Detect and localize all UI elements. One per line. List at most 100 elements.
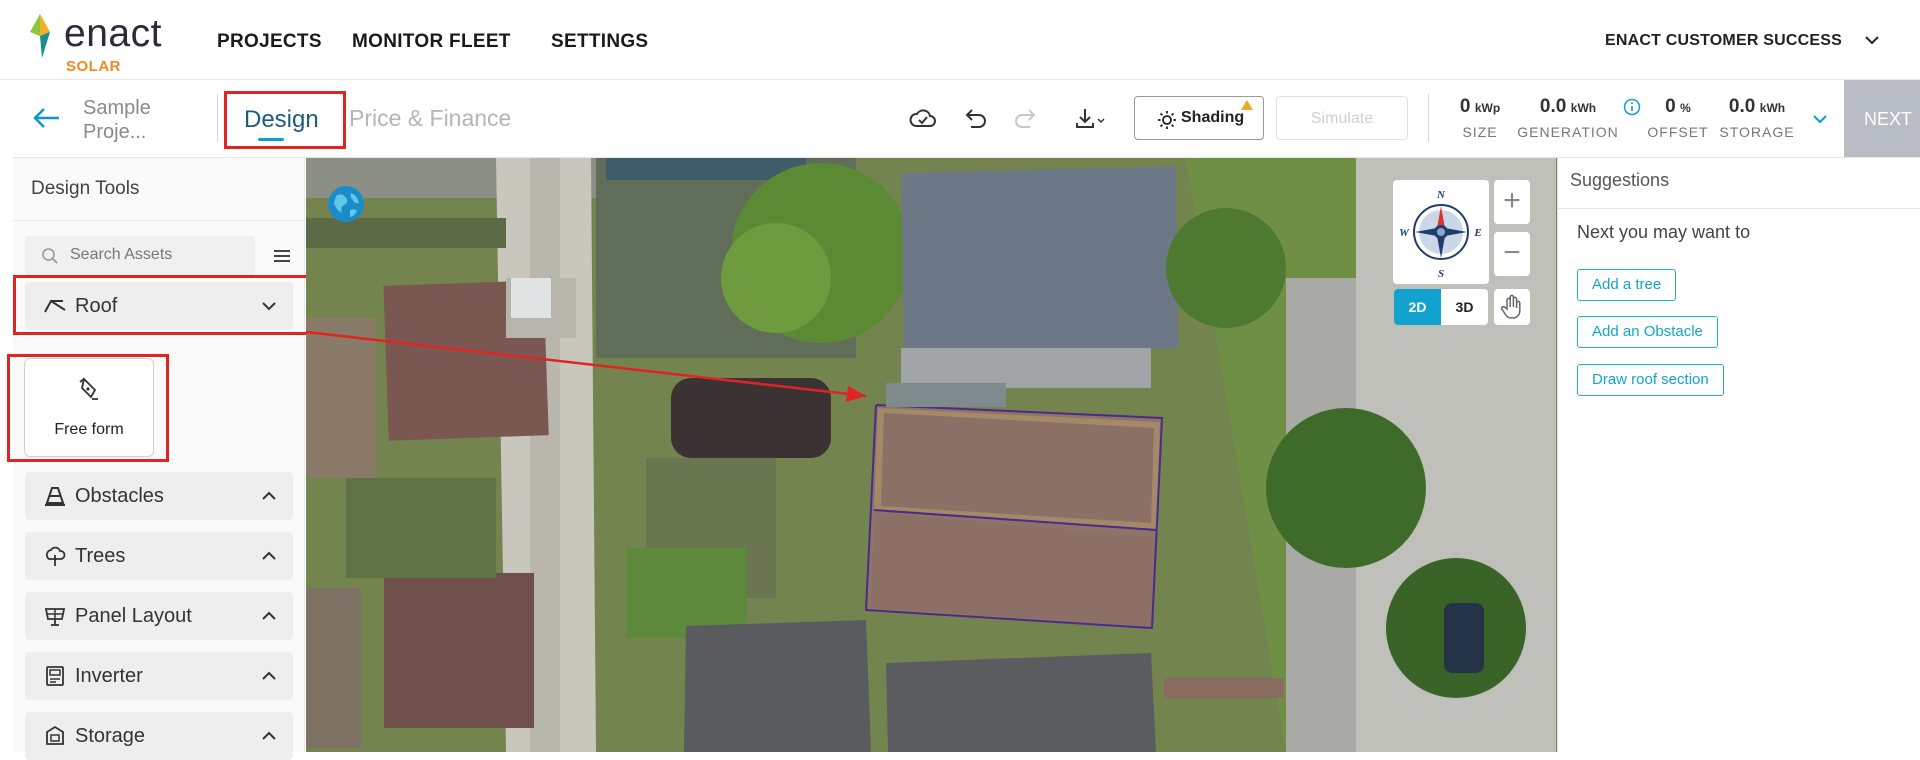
nav-projects[interactable]: PROJECTS [217, 31, 322, 53]
stat-label: SIZE [1462, 124, 1498, 140]
undo-icon[interactable] [959, 104, 989, 134]
suggestions-title: Suggestions [1570, 170, 1670, 190]
stat-value: 0.0 [1539, 96, 1567, 117]
stat-unit: kWh [1759, 101, 1786, 115]
chevron-up-icon [262, 491, 276, 500]
stat-label: GENERATION [1517, 124, 1619, 140]
category-inverter[interactable]: Inverter [25, 652, 293, 700]
stat-unit: kWh [1570, 101, 1597, 115]
category-storage[interactable]: Storage [25, 712, 293, 760]
brand-mark-icon [30, 14, 50, 58]
account-menu[interactable]: ENACT CUSTOMER SUCCESS [1605, 32, 1842, 50]
info-icon[interactable] [1623, 98, 1641, 116]
hand-icon [1500, 294, 1521, 319]
category-label: Obstacles [75, 485, 164, 507]
divider [13, 220, 305, 221]
compass[interactable]: N S E W [1393, 180, 1489, 284]
shading-label: Shading [1181, 109, 1245, 126]
category-obstacles[interactable]: Obstacles [25, 472, 293, 520]
simulate-button[interactable]: Simulate [1276, 96, 1408, 140]
project-name-line2: Proje... [83, 121, 147, 143]
back-arrow-icon[interactable] [31, 102, 63, 134]
project-name-line1: Sample [83, 97, 151, 119]
tab-design[interactable]: Design [224, 91, 346, 149]
panel-icon [44, 608, 66, 626]
tab-price-finance[interactable]: Price & Finance [349, 105, 511, 132]
panel-title: Design Tools [31, 178, 140, 199]
cone-icon [45, 487, 65, 506]
enact-logo[interactable]: enact SOLAR [28, 10, 188, 75]
chevron-down-icon[interactable] [1862, 30, 1882, 50]
stat-value: 0 [1665, 96, 1676, 117]
compass-n: N [1436, 189, 1446, 201]
nav-monitor-fleet[interactable]: MONITOR FLEET [352, 31, 511, 53]
divider [1558, 208, 1920, 209]
search-icon [42, 248, 58, 264]
brand-wordmark: enact [64, 12, 162, 55]
menu-icon[interactable] [271, 246, 293, 266]
chevron-up-icon [262, 671, 276, 680]
nav-settings[interactable]: SETTINGS [551, 31, 648, 53]
suggestions-subtitle: Next you may want to [1577, 222, 1751, 242]
stat-value: 0 [1459, 96, 1471, 117]
category-label: Storage [75, 725, 146, 747]
add-tree-button[interactable]: Add a tree [1577, 269, 1677, 301]
download-icon[interactable] [1073, 104, 1109, 134]
stat-generation: 0.0 kWh GENERATION [1513, 96, 1623, 140]
view-toggle: 2D 3D [1394, 289, 1488, 325]
stat-size: 0 kWp SIZE [1449, 96, 1511, 140]
stat-offset: 0 % OFFSET [1643, 96, 1713, 140]
compass-s: S [1438, 268, 1444, 280]
redo-icon[interactable] [1012, 104, 1042, 134]
category-label: Panel Layout [75, 605, 192, 627]
free-form-highlight-box [7, 354, 169, 462]
stat-unit: kWp [1474, 101, 1501, 115]
stat-unit: % [1680, 101, 1691, 115]
aerial-image [306, 158, 1558, 752]
stat-value: 0.0 [1728, 96, 1756, 117]
compass-w: W [1399, 227, 1410, 239]
inverter-icon [46, 666, 64, 686]
draw-roof-section-button[interactable]: Draw roof section [1577, 364, 1724, 396]
stat-storage: 0.0 kWh STORAGE [1713, 96, 1801, 140]
stat-label: STORAGE [1719, 124, 1795, 140]
battery-icon [46, 725, 64, 745]
chevron-down-icon[interactable] [1809, 108, 1831, 130]
active-tab-underline [258, 138, 284, 141]
category-label: Inverter [75, 665, 143, 687]
add-obstacle-button[interactable]: Add an Obstacle [1577, 316, 1718, 348]
shading-button[interactable]: Shading [1134, 96, 1264, 140]
roof-highlight-box [13, 275, 310, 335]
warning-icon [1241, 100, 1253, 110]
compass-rose-icon: N S E W [1399, 189, 1482, 280]
tree-icon [46, 546, 66, 566]
category-panel-layout[interactable]: Panel Layout [25, 592, 293, 640]
search-input[interactable] [70, 246, 240, 264]
zoom-out-button[interactable]: − [1494, 232, 1530, 276]
next-button[interactable]: NEXT [1844, 80, 1920, 157]
simulate-label: Simulate [1310, 110, 1374, 127]
project-toolbar: Sample Proje... Design Price & Finance S… [13, 80, 1920, 158]
plus-icon: + [1503, 184, 1521, 217]
category-trees[interactable]: Trees [25, 532, 293, 580]
tab-design-label: Design [244, 106, 319, 133]
brand-sub: SOLAR [66, 58, 121, 75]
globe-icon[interactable] [326, 184, 366, 224]
view-2d-button[interactable]: 2D [1394, 289, 1441, 325]
project-name: Sample Proje... [83, 96, 183, 144]
top-nav: enact SOLAR PROJECTS MONITOR FLEET SETTI… [0, 0, 1920, 80]
minus-icon: − [1503, 236, 1521, 269]
divider [1428, 94, 1429, 142]
zoom-in-button[interactable]: + [1494, 180, 1530, 224]
satellite-map-canvas[interactable]: N S E W 2D 3D + − [306, 158, 1558, 752]
next-label: NEXT [1864, 109, 1913, 129]
cloud-save-icon[interactable] [908, 104, 938, 134]
chevron-up-icon [262, 611, 276, 620]
chevron-up-icon [262, 731, 276, 740]
pan-button[interactable] [1494, 289, 1530, 325]
design-tools-panel: Design Tools Roof Free form [7, 158, 310, 760]
compass-e: E [1473, 227, 1481, 239]
suggestions-panel: Suggestions Next you may want to Add a t… [1557, 158, 1920, 752]
view-3d-button[interactable]: 3D [1441, 289, 1488, 325]
chevron-up-icon [262, 551, 276, 560]
